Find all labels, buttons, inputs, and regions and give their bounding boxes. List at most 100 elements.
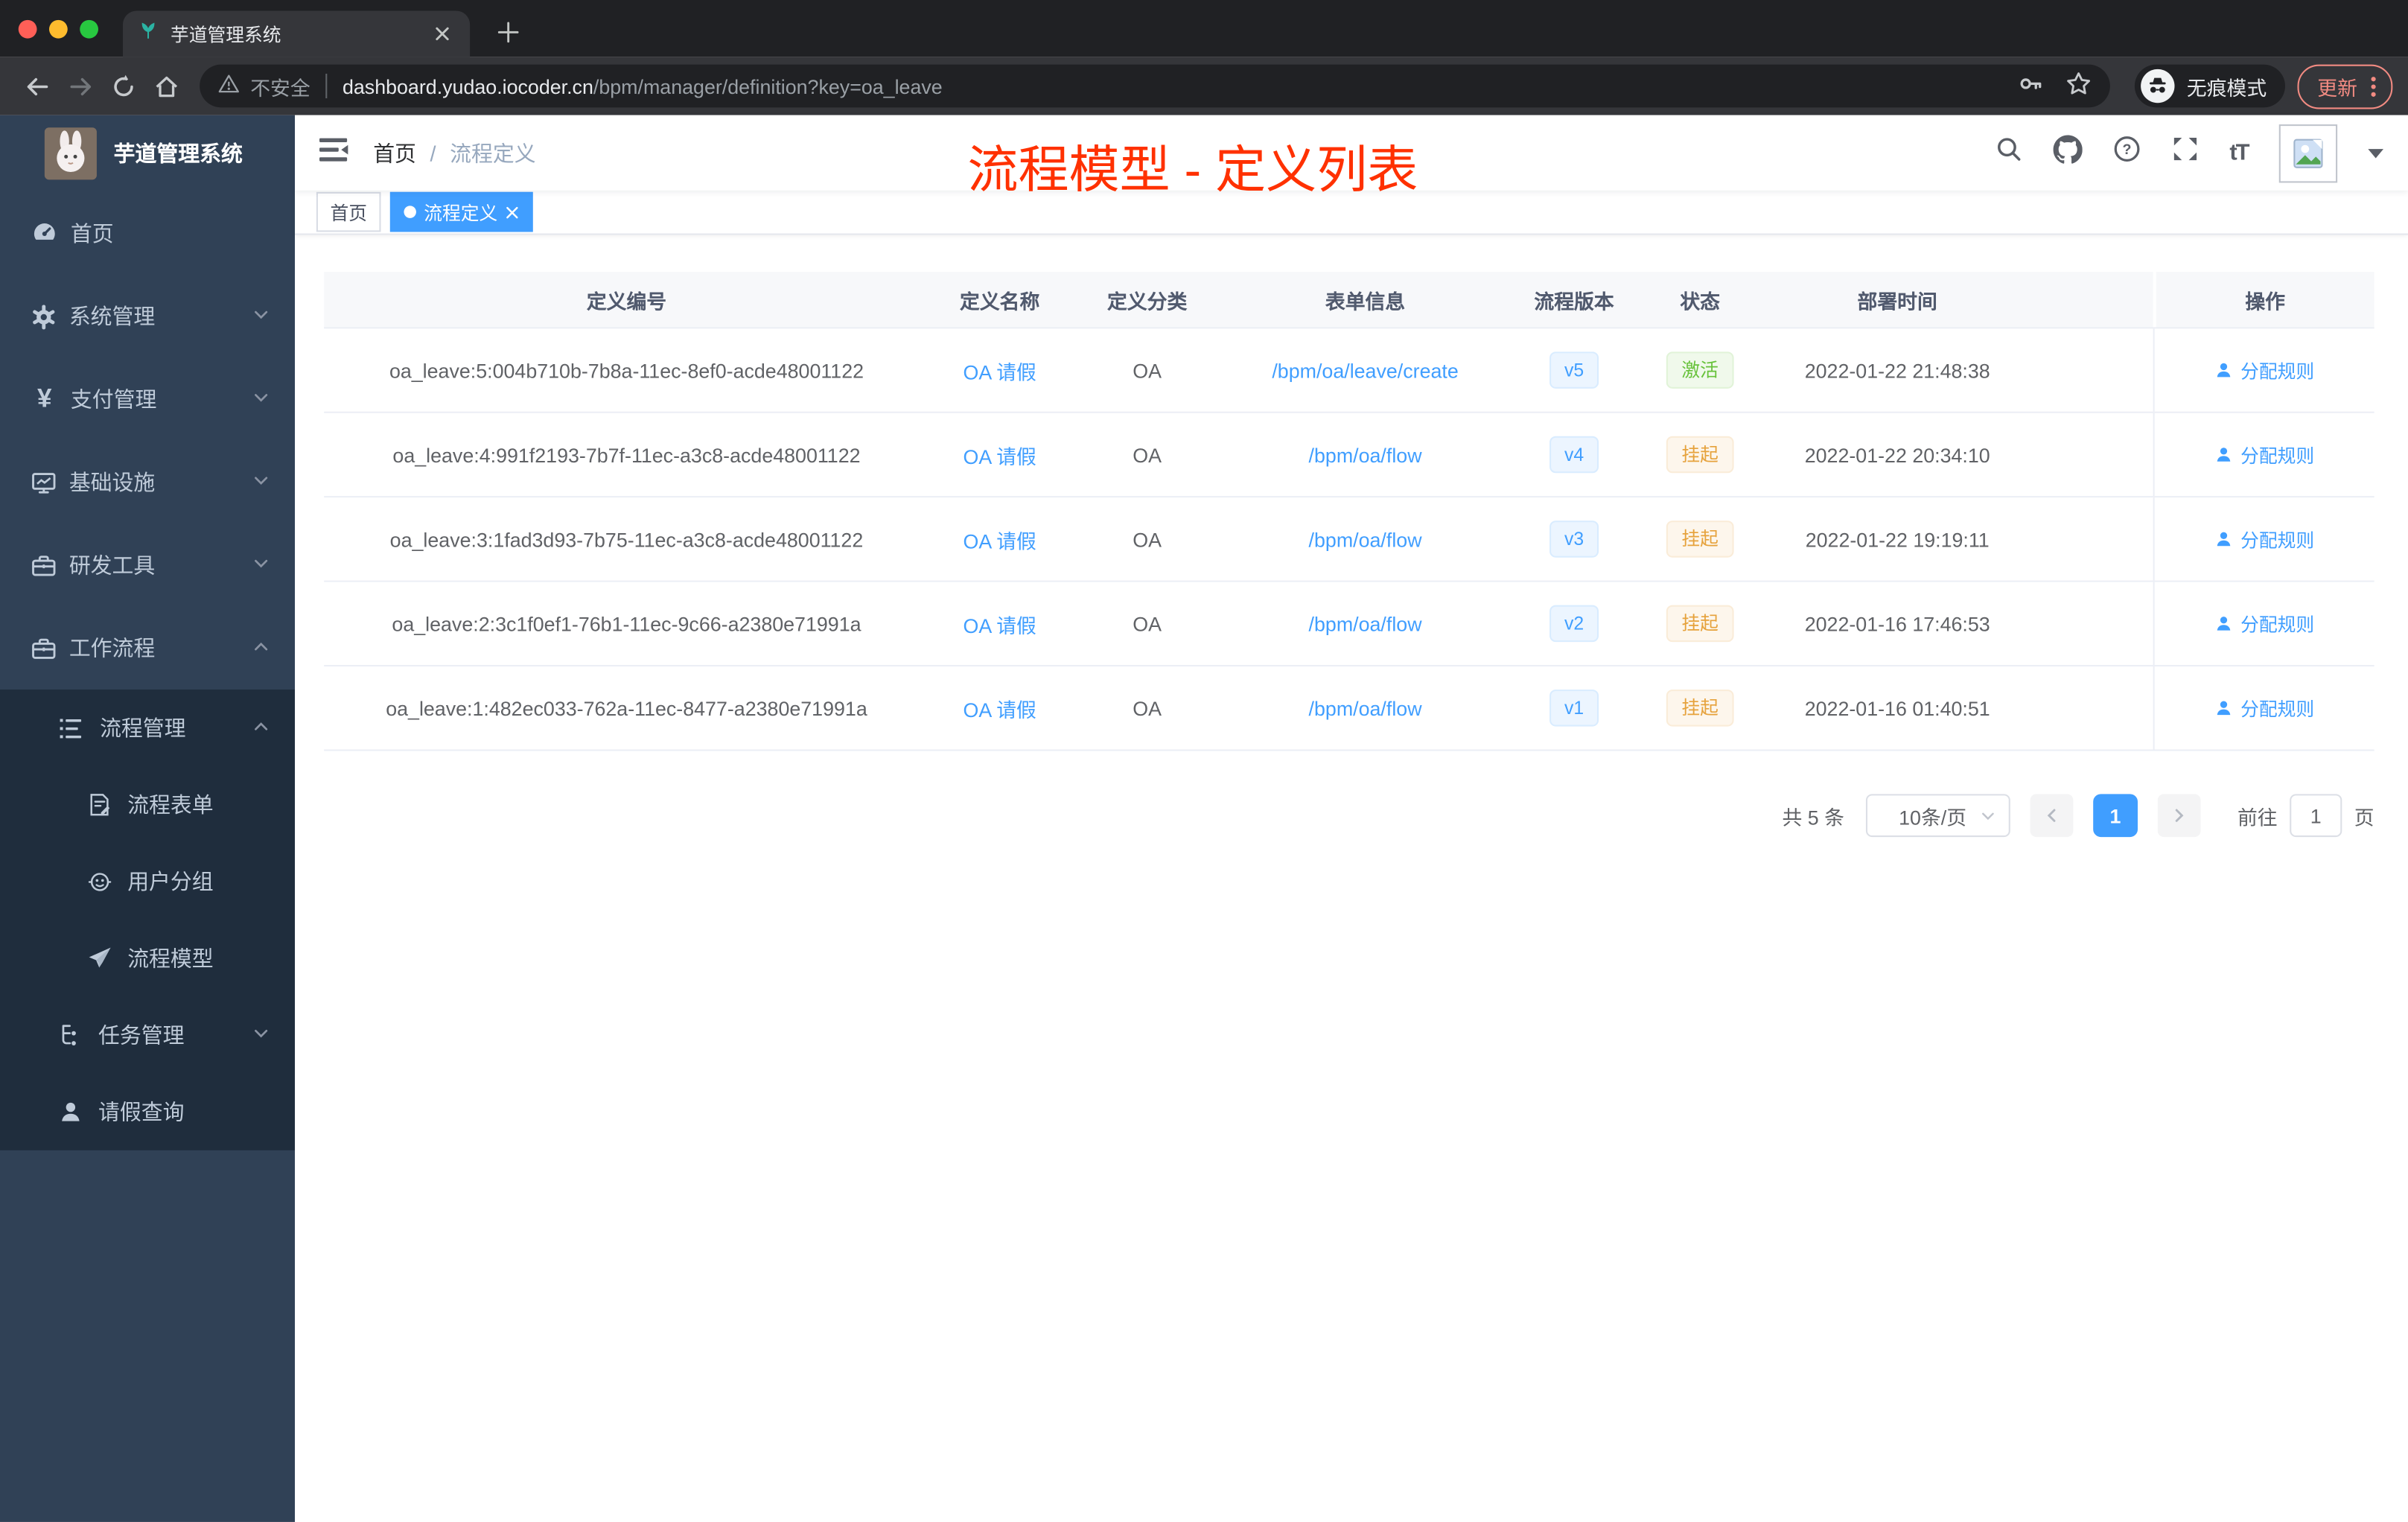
status-badge: 激活: [1666, 351, 1734, 389]
sidebar-item-label: 研发工具: [69, 553, 156, 578]
definition-name-link[interactable]: OA 请假: [963, 698, 1036, 721]
assign-rule-button[interactable]: 分配规则: [2214, 357, 2314, 383]
forward-button[interactable]: [58, 65, 101, 108]
tree-icon: [62, 1025, 76, 1045]
col-header-form-info: 表单信息: [1325, 289, 1406, 313]
tag-process-definition[interactable]: 流程定义: [389, 191, 533, 232]
search-icon[interactable]: [1995, 136, 2022, 171]
pagination: 共 5 条 10条/页 1 前往 页: [324, 794, 2374, 838]
fullscreen-icon[interactable]: [2171, 136, 2199, 171]
version-badge: v1: [1549, 690, 1599, 727]
assign-rule-button[interactable]: 分配规则: [2214, 526, 2314, 552]
status-badge: 挂起: [1666, 605, 1734, 643]
prev-page-button[interactable]: [2030, 794, 2074, 838]
table-row: oa_leave:3:1fad3d93-7b75-11ec-a3c8-acde4…: [324, 497, 2374, 582]
sidebar-item-system[interactable]: 系统管理: [0, 275, 295, 357]
security-label[interactable]: 不安全: [250, 71, 310, 101]
sidebar-item-dev-tools[interactable]: 研发工具: [0, 523, 295, 606]
breadcrumb-current: 流程定义: [450, 140, 536, 165]
address-bar[interactable]: 不安全 dashboard.yudao.iocoder.cn/bpm/manag…: [200, 64, 2110, 108]
breadcrumb-home[interactable]: 首页: [373, 138, 416, 168]
deploy-time: 2022-01-16 01:40:51: [1804, 696, 1990, 720]
form-link[interactable]: /bpm/oa/flow: [1309, 696, 1422, 719]
sidebar-item-workflow[interactable]: 工作流程: [0, 607, 295, 690]
incognito-label: 无痕模式: [2186, 76, 2267, 100]
minimize-window-button[interactable]: [49, 19, 68, 38]
next-page-button[interactable]: [2157, 794, 2201, 838]
form-link[interactable]: /bpm/oa/flow: [1309, 443, 1422, 466]
form-link[interactable]: /bpm/oa/leave/create: [1272, 359, 1458, 382]
assign-rule-button[interactable]: 分配规则: [2214, 442, 2314, 468]
font-size-icon[interactable]: tT: [2229, 140, 2249, 166]
deploy-time: 2022-01-22 20:34:10: [1804, 443, 1990, 466]
definition-id: oa_leave:5:004b710b-7b8a-11ec-8ef0-acde4…: [389, 358, 864, 382]
assign-rule-button[interactable]: 分配规则: [2214, 611, 2314, 637]
chevron-down-icon: [252, 387, 270, 412]
browser-update-button[interactable]: 更新: [2297, 63, 2393, 109]
definition-name-link[interactable]: OA 请假: [963, 445, 1036, 468]
back-button[interactable]: [16, 65, 59, 108]
logo-avatar: [44, 127, 97, 180]
security-warning-icon[interactable]: [218, 74, 240, 98]
user-avatar[interactable]: [2278, 124, 2338, 182]
sidebar-item-infrastructure[interactable]: 基础设施: [0, 441, 295, 523]
form-link[interactable]: /bpm/oa/flow: [1309, 612, 1422, 635]
table-row: oa_leave:1:482ec033-762a-11ec-8477-a2380…: [324, 666, 2374, 751]
sidebar-item-label: 流程模型: [127, 946, 214, 971]
sidebar-logo[interactable]: 芋道管理系统: [0, 115, 295, 192]
definition-id: oa_leave:2:3c1f0ef1-76b1-11ec-9c66-a2380…: [392, 611, 861, 635]
col-header-status: 状态: [1680, 289, 1720, 313]
tab-close-icon[interactable]: [430, 22, 455, 46]
definition-category: OA: [1133, 527, 1162, 551]
user-icon: [2217, 448, 2231, 462]
definition-name-link[interactable]: OA 请假: [963, 360, 1036, 383]
sidebar-item-task-management[interactable]: 任务管理: [0, 997, 295, 1074]
sidebar-item-process-management[interactable]: 流程管理: [0, 690, 295, 766]
definition-name-link[interactable]: OA 请假: [963, 614, 1036, 637]
password-key-icon[interactable]: [2018, 71, 2044, 101]
sidebar-item-leave-query[interactable]: 请假查询: [0, 1074, 295, 1150]
url-host: dashboard.yudao.iocoder.cn: [342, 74, 593, 98]
browser-toolbar: 不安全 dashboard.yudao.iocoder.cn/bpm/manag…: [0, 57, 2408, 115]
page-size-select[interactable]: 10条/页: [1865, 794, 2010, 838]
dashboard-icon: [34, 223, 55, 240]
avatar-caret-down-icon[interactable]: [2368, 148, 2383, 158]
user-icon: [62, 1102, 80, 1121]
sidebar-item-process-model[interactable]: 流程模型: [0, 920, 295, 996]
sidebar-item-payment[interactable]: ¥ 支付管理: [0, 358, 295, 441]
browser-menu-kebab-icon[interactable]: [2371, 76, 2376, 96]
home-button[interactable]: [144, 65, 188, 108]
svg-text:?: ?: [2122, 141, 2131, 158]
breadcrumb-separator: /: [430, 140, 436, 165]
page-url[interactable]: dashboard.yudao.iocoder.cn/bpm/manager/d…: [343, 74, 943, 98]
help-icon[interactable]: ?: [2113, 136, 2141, 171]
form-link[interactable]: /bpm/oa/flow: [1309, 527, 1422, 550]
sidebar-item-label: 工作流程: [69, 635, 156, 660]
sidebar-item-home[interactable]: 首页: [0, 192, 295, 275]
chevron-down-icon: [252, 470, 270, 494]
sidebar-item-label: 流程表单: [127, 792, 214, 818]
browser-tab[interactable]: 芋道管理系统: [123, 10, 471, 57]
reload-button[interactable]: [101, 65, 144, 108]
bookmark-star-icon[interactable]: [2065, 71, 2092, 101]
sidebar-item-process-form[interactable]: 流程表单: [0, 766, 295, 843]
page-number-1[interactable]: 1: [2093, 794, 2138, 838]
sidebar-item-user-group[interactable]: 用户分组: [0, 843, 295, 920]
sidebar-item-label: 用户分组: [127, 869, 214, 894]
hamburger-icon[interactable]: [319, 136, 348, 170]
close-window-button[interactable]: [18, 19, 37, 38]
tab-title: 芋道管理系统: [170, 23, 281, 45]
chevron-up-icon: [252, 636, 270, 660]
definition-category: OA: [1133, 696, 1162, 720]
window-controls: [18, 19, 98, 38]
github-icon[interactable]: [2053, 134, 2083, 171]
zoom-window-button[interactable]: [80, 19, 98, 38]
version-badge: v5: [1549, 351, 1599, 389]
definition-name-link[interactable]: OA 请假: [963, 529, 1036, 553]
tag-home[interactable]: 首页: [316, 191, 381, 232]
goto-page-input[interactable]: [2290, 794, 2342, 838]
assign-rule-button[interactable]: 分配规则: [2214, 695, 2314, 721]
user-icon: [2217, 363, 2231, 378]
new-tab-button[interactable]: [488, 13, 529, 53]
tag-close-icon[interactable]: [506, 205, 520, 219]
